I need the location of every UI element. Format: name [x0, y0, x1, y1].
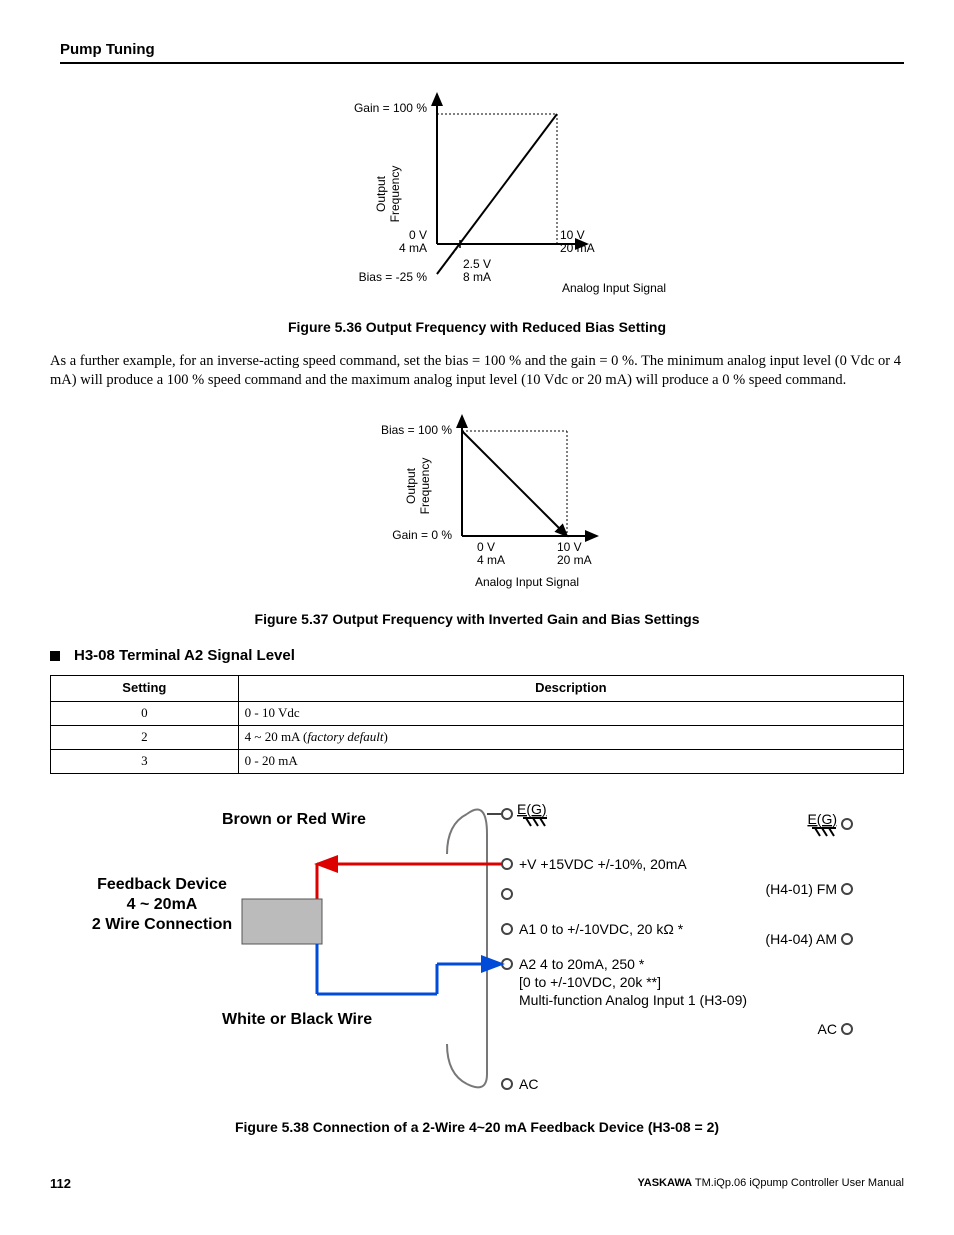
- ac-right-label: AC: [818, 1021, 837, 1037]
- end-ma: 20 mA: [557, 553, 592, 567]
- white-black-wire-label: White or Black Wire: [222, 1011, 372, 1028]
- origin-v: 0 V: [409, 228, 427, 242]
- a2-line1: A2 4 to 20mA, 250 *: [519, 956, 645, 972]
- mid-ma: 8 mA: [463, 270, 491, 284]
- figure-5-36-caption: Figure 5.36 Output Frequency with Reduce…: [50, 318, 904, 336]
- section-heading: H3-08 Terminal A2 Signal Level: [50, 646, 904, 666]
- y-label-frequency: Frequency: [388, 165, 402, 222]
- page-number: 112: [50, 1176, 71, 1193]
- table-row: 2 4 ~ 20 mA (factory default): [51, 726, 904, 750]
- th-description: Description: [238, 676, 903, 702]
- body-paragraph: As a further example, for an inverse-act…: [50, 352, 904, 390]
- ground-icon: [523, 818, 547, 826]
- bias-label: Bias = -25 %: [359, 270, 428, 284]
- cell-setting: 3: [51, 750, 239, 774]
- page-footer: 112 YASKAWA TM.iQp.06 iQpump Controller …: [50, 1176, 904, 1193]
- gain-label: Gain = 0 %: [392, 528, 452, 542]
- a2-line3: Multi-function Analog Input 1 (H3-09): [519, 992, 747, 1008]
- a2-line2: [0 to +/-10VDC, 20k **]: [519, 974, 661, 990]
- am-label: (H4-04) AM: [765, 931, 837, 947]
- gain-label: Gain = 100 %: [354, 101, 427, 115]
- footer-doc: YASKAWA TM.iQp.06 iQpump Controller User…: [637, 1176, 904, 1193]
- origin-v: 0 V: [477, 540, 495, 554]
- y-label-frequency: Frequency: [418, 457, 432, 514]
- th-setting: Setting: [51, 676, 239, 702]
- page-header: Pump Tuning: [60, 40, 904, 64]
- origin-ma: 4 mA: [477, 553, 505, 567]
- cell-desc: 4 ~ 20 mA (factory default): [238, 726, 903, 750]
- y-label-output: Output: [374, 175, 388, 212]
- ground-icon-right: [812, 828, 836, 836]
- figure-5-38-caption: Figure 5.38 Connection of a 2-Wire 4~20 …: [50, 1118, 904, 1136]
- brown-red-wire-label: Brown or Red Wire: [222, 811, 366, 828]
- origin-ma: 4 mA: [399, 241, 427, 255]
- x-axis-label: Analog Input Signal: [475, 575, 579, 589]
- plus-v-label: +V +15VDC +/-10%, 20mA: [519, 856, 687, 872]
- end-ma: 20 mA: [560, 241, 595, 255]
- a1-label: A1 0 to +/-10VDC, 20 kΩ *: [519, 921, 684, 937]
- table-row: 3 0 - 20 mA: [51, 750, 904, 774]
- figure-5-38: E(G) Brown or Red Wire Feedback Device 4…: [50, 794, 904, 1110]
- x-axis-label: Analog Input Signal: [562, 281, 666, 295]
- end-v: 10 V: [560, 228, 585, 242]
- bias-label: Bias = 100 %: [381, 423, 452, 437]
- cell-setting: 0: [51, 702, 239, 726]
- feedback-device-line3: 2 Wire Connection: [92, 916, 232, 933]
- mid-v: 2.5 V: [463, 257, 491, 271]
- feedback-device-line2: 4 ~ 20mA: [127, 896, 198, 913]
- ac-label: AC: [519, 1076, 538, 1092]
- feedback-device-line1: Feedback Device: [97, 876, 227, 893]
- y-label-output: Output: [404, 467, 418, 504]
- table-row: 0 0 - 10 Vdc: [51, 702, 904, 726]
- fm-label: (H4-01) FM: [765, 881, 837, 897]
- bullet-icon: [50, 651, 60, 661]
- cell-desc: 0 - 10 Vdc: [238, 702, 903, 726]
- section-heading-text: H3-08 Terminal A2 Signal Level: [74, 647, 295, 664]
- settings-table: Setting Description 0 0 - 10 Vdc 2 4 ~ 2…: [50, 675, 904, 774]
- figure-5-37-caption: Figure 5.37 Output Frequency with Invert…: [50, 610, 904, 628]
- figure-5-37: Bias = 100 % Gain = 0 % 0 V 4 mA 10 V 20…: [50, 406, 904, 602]
- end-v: 10 V: [557, 540, 582, 554]
- cell-setting: 2: [51, 726, 239, 750]
- eg-right-label: E(G): [807, 811, 837, 827]
- cell-desc: 0 - 20 mA: [238, 750, 903, 774]
- figure-5-36: Gain = 100 % Bias = -25 % 0 V 4 mA 2.5 V…: [50, 84, 904, 310]
- eg-label: E(G): [517, 801, 547, 817]
